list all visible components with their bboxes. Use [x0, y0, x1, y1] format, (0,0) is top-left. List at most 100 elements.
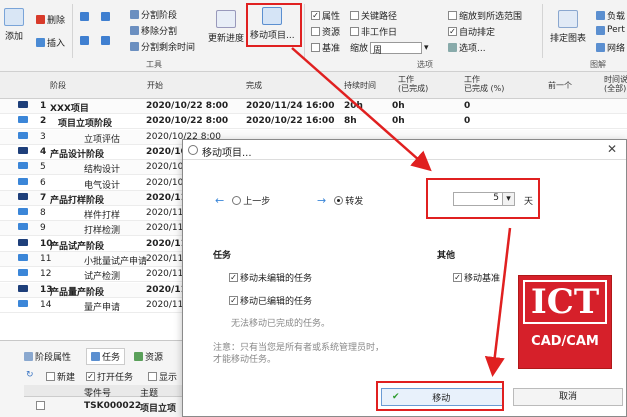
summary-task-icon [18, 238, 28, 246]
dialog-titlebar: 移动项目... ✕ [183, 140, 626, 160]
col-phase[interactable]: 阶段 [50, 81, 66, 90]
cell-start: 2020/11/ [146, 208, 187, 219]
move-baseline-checkbox[interactable]: ✓ 移动基准 [453, 271, 500, 284]
checkbox-checked: ✓ [448, 27, 457, 36]
refresh-button[interactable]: ↻ [26, 370, 34, 380]
new-icon [46, 372, 55, 381]
pert-button[interactable]: Pert [596, 25, 625, 35]
cell-start: 2020/10/22 8:00 [146, 101, 229, 111]
task-icon [18, 131, 28, 139]
zoom-select[interactable]: 缩放周 ▾ [350, 41, 429, 56]
remove-split-icon [130, 26, 139, 35]
arrow-up-icon [101, 12, 110, 21]
col-duration[interactable]: 持续时间 [344, 81, 376, 90]
attr-checkbox[interactable]: ✓ 属性 [311, 9, 340, 22]
network-icon [596, 43, 605, 52]
cell-n: 1 [40, 101, 47, 111]
load-button[interactable]: 负载 [596, 9, 625, 22]
task-icon [18, 177, 28, 185]
col-work-pct[interactable]: 工作 已完成 (%) [464, 75, 504, 93]
task-icon [18, 269, 28, 277]
tab-resource[interactable]: 资源 [134, 350, 163, 363]
move-up-button[interactable] [101, 12, 110, 21]
indent-button[interactable] [80, 36, 89, 45]
cell-name: 立项评估 [84, 134, 121, 145]
cell-end: 2020/11/24 16:00 [246, 101, 335, 111]
chart-group-label: 图解 [590, 60, 606, 69]
nonworkday-checkbox[interactable]: 非工作日 [350, 25, 397, 38]
tab-task[interactable]: 任务 [86, 348, 126, 365]
insert-button[interactable]: 插入 [36, 36, 65, 49]
permission-note: 注意：只有当您是所有者或系统管理员时，才能移动任务。 [213, 343, 385, 365]
col-time[interactable]: 时间说 (全部) [604, 75, 627, 93]
table-row[interactable]: 2 项目立项阶段 2020/10/22 8:00 2020/10/22 16:00 8h… [0, 114, 627, 130]
indent-icon [80, 36, 89, 45]
baseline-checkbox[interactable]: 基准 [311, 41, 340, 54]
col-end[interactable]: 完成 [246, 81, 262, 90]
cell-n: 14 [40, 299, 52, 310]
chevron-down-icon: ▾ [424, 42, 429, 53]
split-phase-button[interactable]: 分割阶段 [130, 8, 177, 21]
checkbox-checked: ✓ [311, 11, 320, 20]
cell-name: 项目立项阶段 [58, 119, 113, 130]
summary-task-icon [18, 101, 28, 108]
cell-start: 2020/11/ [146, 254, 187, 264]
col-start[interactable]: 开始 [147, 81, 163, 90]
bottom-table-row[interactable]: TSK000022 项目立项 [24, 399, 184, 414]
gear-icon [188, 145, 198, 155]
col-part[interactable]: 零件号 [84, 386, 111, 399]
auto-sort-checkbox[interactable]: ✓ 自动排定 [448, 25, 495, 38]
arrange-chart-button[interactable]: 排定图表 [550, 10, 586, 44]
task-icon [18, 299, 28, 307]
split-remaining-button[interactable]: 分割剩余时间 [130, 40, 195, 53]
table-row[interactable]: 1 XXX项目 2020/10/22 8:00 2020/11/24 16:00 20h… [0, 99, 627, 114]
split-icon [130, 10, 139, 19]
insert-icon [36, 38, 45, 47]
tab-phase-attr[interactable]: 阶段属性 [24, 350, 71, 363]
options-icon [448, 43, 457, 52]
outdent-button[interactable] [80, 12, 89, 21]
prev-step-option[interactable]: ← 上一步 [215, 194, 270, 207]
divider [542, 4, 543, 58]
remove-split-button[interactable]: 移除分割 [130, 24, 177, 37]
bottom-grid-header: 零件号 主题 [24, 385, 184, 399]
move-down-button[interactable] [101, 36, 110, 45]
delete-button[interactable]: 删除 [36, 13, 65, 26]
cell-work: 0h [392, 116, 405, 127]
cell-n: 2 [40, 116, 47, 127]
col-predecessor[interactable]: 前一个 [548, 81, 572, 90]
cell-pct: 0 [464, 101, 471, 111]
prev-step-radio[interactable] [232, 196, 242, 205]
network-button[interactable]: 网络 [596, 41, 625, 54]
forward-radio[interactable] [334, 196, 344, 205]
new-button[interactable]: 新建 [46, 370, 75, 383]
update-progress-button[interactable]: 更新进度 [208, 10, 244, 44]
checkbox-unchecked [311, 27, 320, 36]
show-button[interactable]: 显示 [148, 370, 177, 383]
forward-option[interactable]: → 转发 [317, 194, 363, 207]
cell-name: 量产申请 [84, 302, 121, 313]
update-progress-icon [216, 10, 236, 28]
move-edited-checkbox[interactable]: ✓ 移动已编辑的任务 [229, 294, 312, 307]
zoom-range-checkbox[interactable]: 缩放到所选范围 [448, 9, 522, 22]
checkbox-unchecked [448, 11, 457, 20]
checkbox-checked: ✓ [86, 372, 95, 381]
resource-checkbox[interactable]: 资源 [311, 25, 340, 38]
options-button[interactable]: 选项... [448, 41, 486, 54]
critical-path-checkbox[interactable]: 关键路径 [350, 9, 397, 22]
cell-name: 产品打样阶段 [50, 195, 105, 206]
move-project-highlight [246, 3, 302, 47]
col-subject[interactable]: 主题 [140, 386, 158, 399]
open-task-button[interactable]: ✓ 打开任务 [86, 370, 133, 383]
cell-n: 8 [40, 208, 46, 219]
move-unedited-checkbox[interactable]: ✓ 移动未编辑的任务 [229, 271, 312, 284]
row-checkbox[interactable] [36, 401, 45, 410]
split-remaining-icon [130, 42, 139, 51]
ict-cadcam-logo: ICT CAD/CAM [518, 275, 612, 369]
task-icon [91, 352, 100, 361]
add-button[interactable]: 添加 [4, 8, 24, 42]
cell-n: 4 [40, 146, 47, 157]
close-icon[interactable]: ✕ [607, 142, 617, 156]
cancel-button[interactable]: 取消 [513, 388, 623, 406]
col-work[interactable]: 工作 (已完成) [398, 75, 428, 93]
